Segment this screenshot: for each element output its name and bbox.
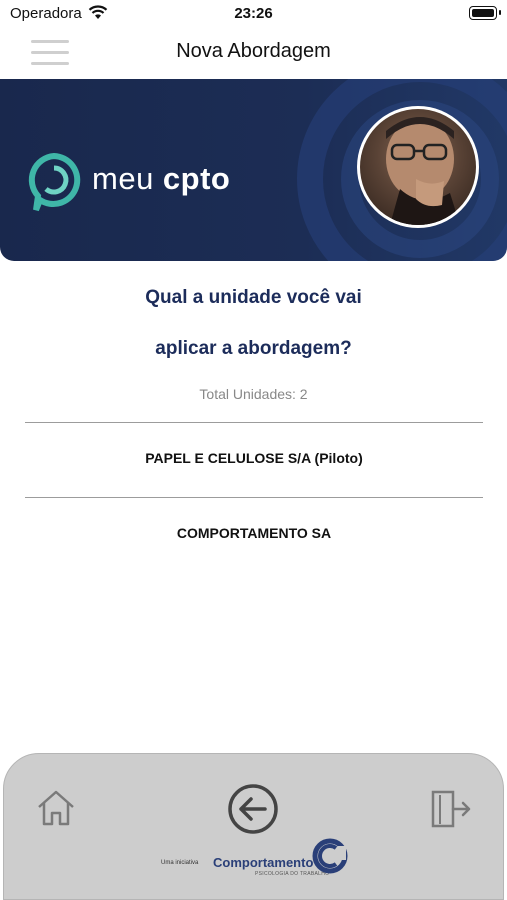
comportamento-logo-icon	[312, 838, 348, 874]
list-item-unit[interactable]: PAPEL E CELULOSE S/A (Piloto)	[25, 450, 483, 466]
header-banner: meu cpto	[0, 79, 507, 261]
footer-prefix-text: Uma iniciativa	[161, 860, 199, 866]
navigation-bar: Nova Abordagem	[0, 28, 507, 78]
page-title: Nova Abordagem	[176, 40, 331, 62]
divider	[25, 422, 483, 423]
divider	[25, 497, 483, 498]
home-icon[interactable]	[36, 789, 76, 827]
battery-icon	[469, 6, 501, 20]
status-bar: Operadora 23:26	[0, 0, 507, 28]
footer-brand-name: Comportamento	[213, 855, 314, 870]
meu-cpto-logo-icon	[28, 152, 81, 212]
avatar-photo	[360, 109, 476, 225]
back-arrow-icon[interactable]	[226, 782, 280, 836]
clock: 23:26	[234, 5, 273, 22]
question-line-1: Qual a unidade você vai	[145, 287, 362, 308]
brand-logo-text: meu cpto	[92, 161, 231, 196]
avatar-portrait-illustration	[386, 117, 460, 225]
exit-door-icon[interactable]	[430, 789, 472, 829]
question-line-2: aplicar a abordagem?	[155, 338, 352, 359]
user-avatar[interactable]	[357, 106, 479, 228]
list-item-unit[interactable]: COMPORTAMENTO SA	[25, 525, 483, 541]
total-units-count: Total Unidades: 2	[199, 386, 308, 402]
